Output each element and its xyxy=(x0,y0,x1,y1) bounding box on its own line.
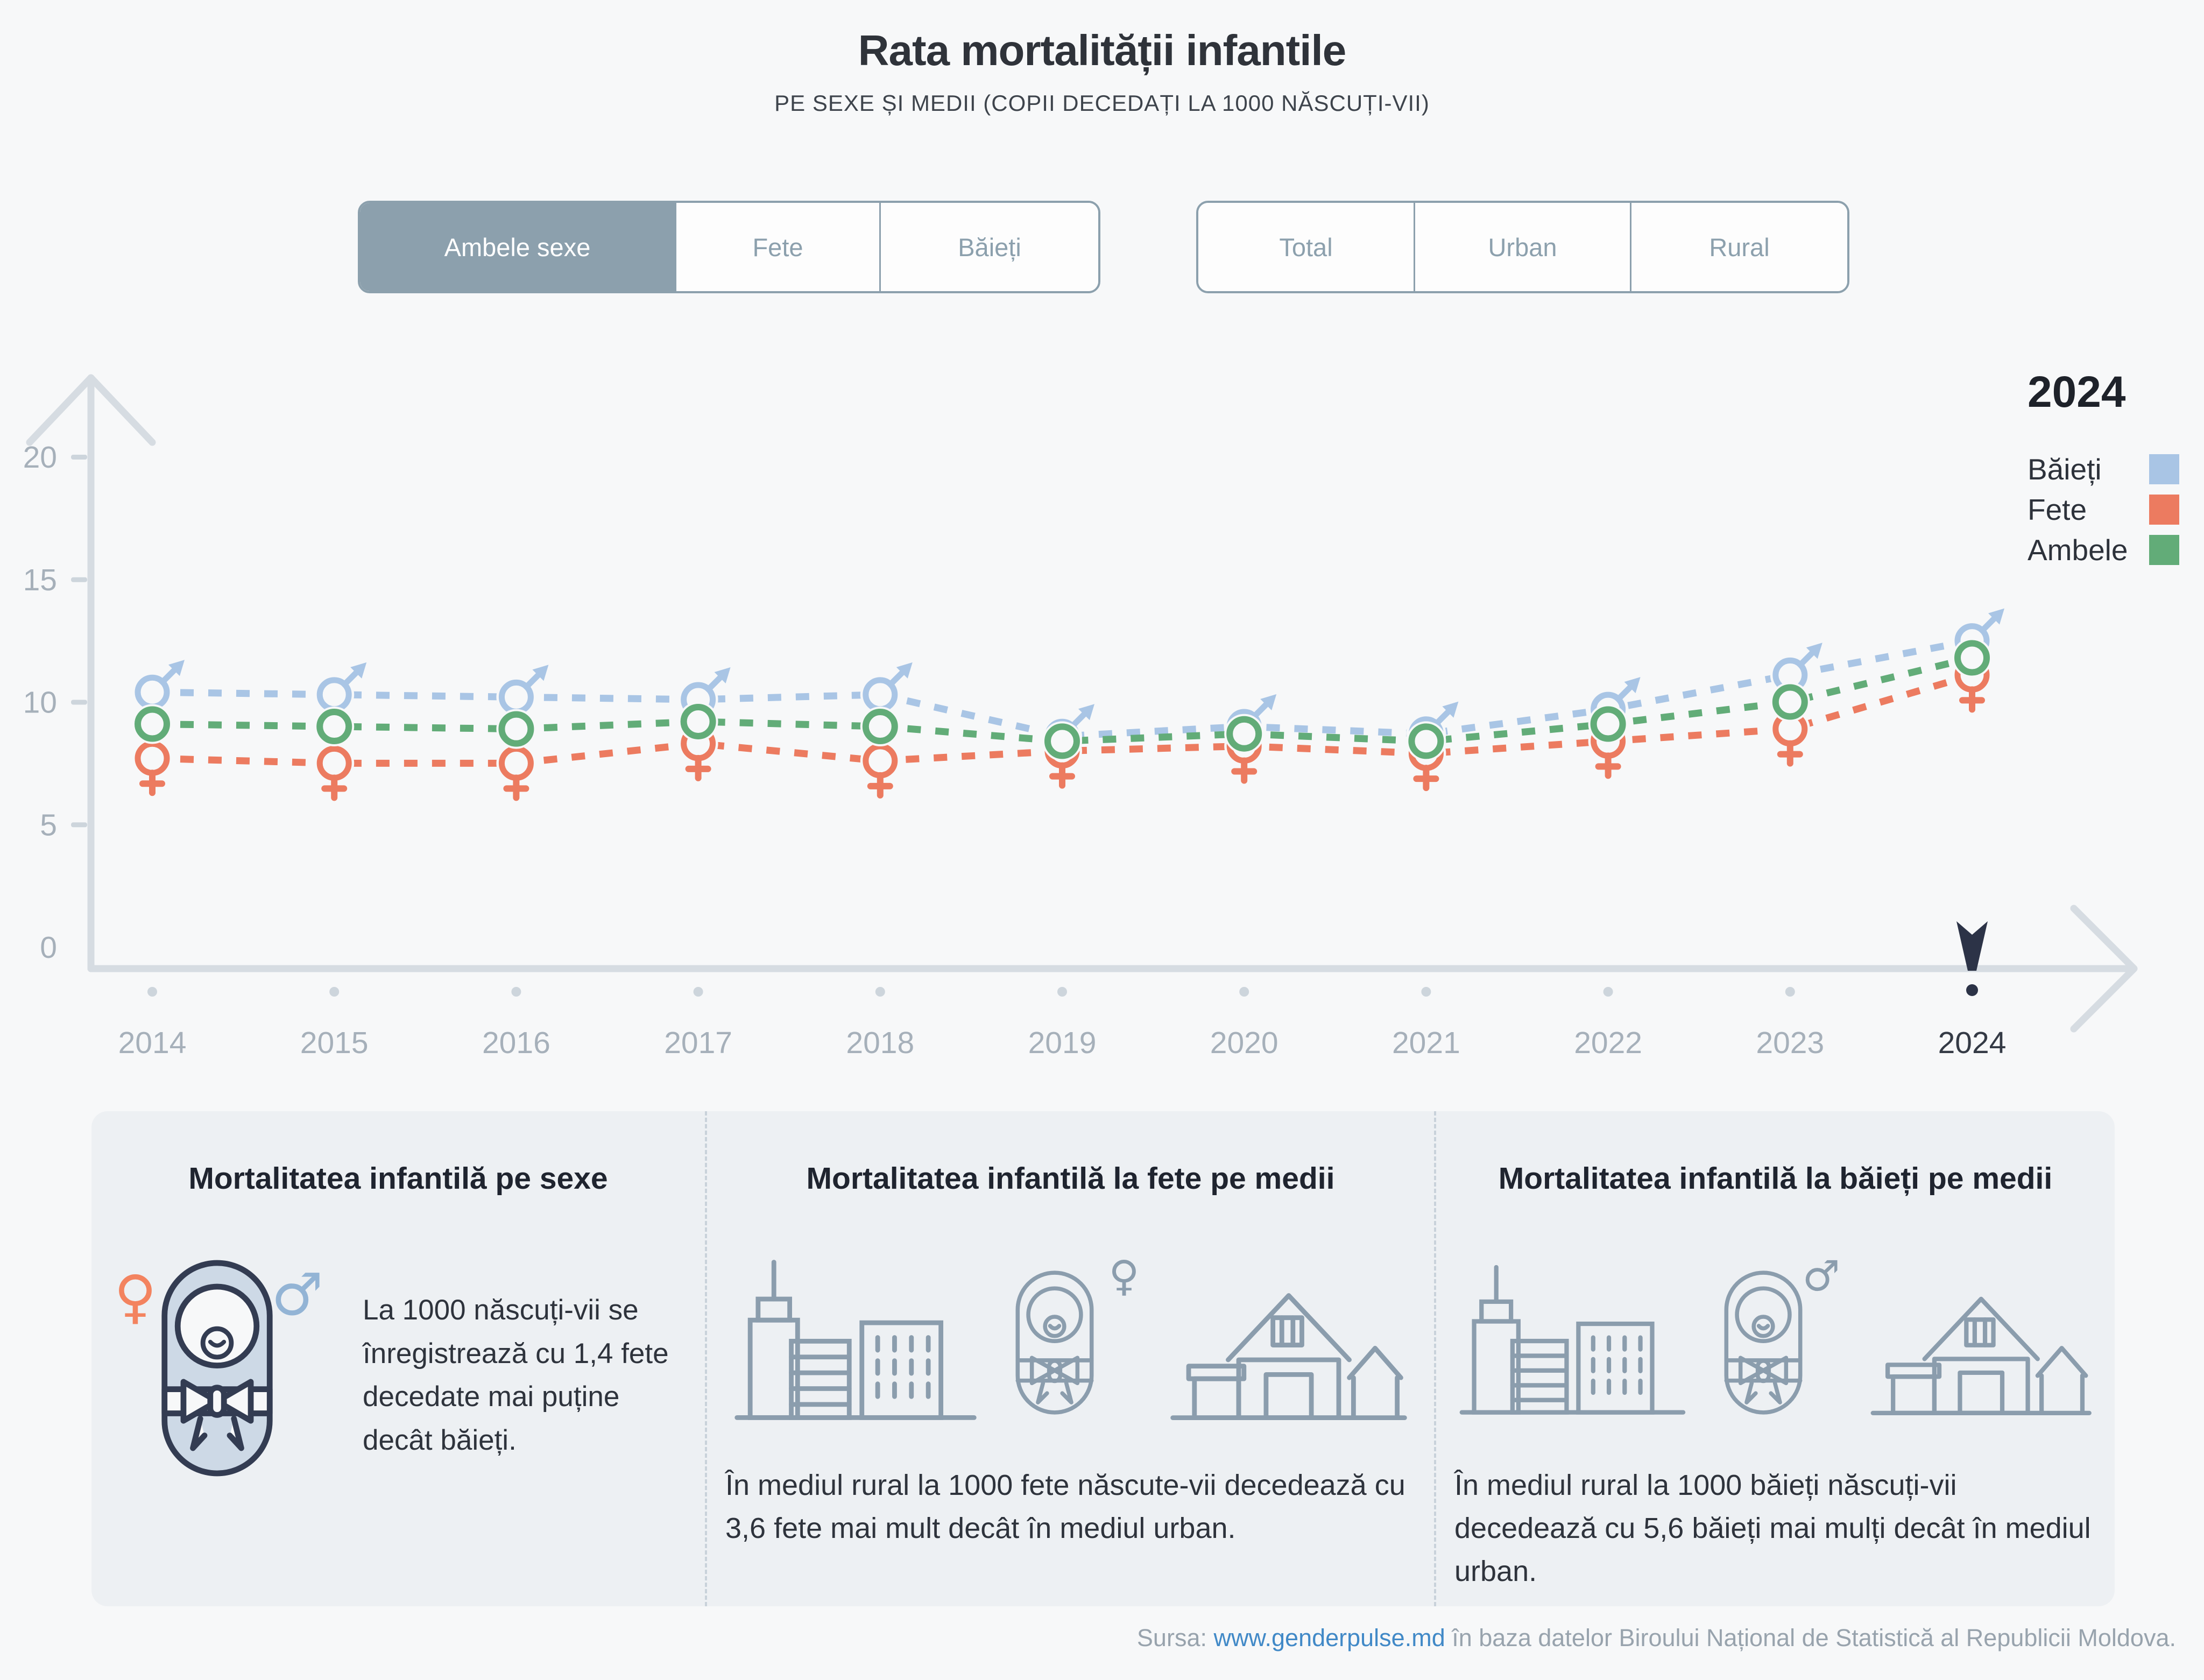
card-mortality-by-sex: Mortalitatea infantilă pe sexe ♀ ♂ xyxy=(91,1111,705,1606)
x-tick-label[interactable]: 2018 xyxy=(846,1026,914,1060)
summary-cards-section: Mortalitatea infantilă pe sexe ♀ ♂ xyxy=(91,1111,2115,1606)
female-symbol-icon: ♀ xyxy=(114,1268,157,1326)
year-dot[interactable] xyxy=(1603,987,1613,997)
source-note: Sursa: www.genderpulse.md în baza datelo… xyxy=(1137,1624,2176,1652)
marker-circle-2023[interactable] xyxy=(1770,682,1810,722)
marker-circle-2024[interactable] xyxy=(1952,638,1992,678)
baby-icon xyxy=(1012,1262,1098,1423)
card-text: În mediul rural la 1000 băieți născuți-v… xyxy=(1454,1464,2096,1593)
year-slider-cursor-icon[interactable] xyxy=(1956,921,1988,971)
legend-year: 2024 xyxy=(2028,367,2179,418)
year-dot[interactable] xyxy=(1057,987,1067,997)
mortality-line-chart: 0 5 10 15 20 2014 2015 2016 2017 2018 2019 2020 2021… xyxy=(0,0,2204,1103)
y-tick-label: 10 xyxy=(23,686,57,720)
marker-circle-2020[interactable] xyxy=(1224,714,1264,754)
city-icon xyxy=(729,1248,982,1429)
x-tick-label[interactable]: 2016 xyxy=(482,1026,550,1060)
marker-male-2014[interactable] xyxy=(132,660,185,712)
y-tick-label: 20 xyxy=(23,440,57,475)
marker-circle-2022[interactable] xyxy=(1588,704,1628,744)
y-tick-label: 15 xyxy=(23,563,57,597)
card-text: În mediul rural la 1000 fete născute-vii… xyxy=(725,1464,1416,1550)
legend-label: Fete xyxy=(2028,492,2087,527)
legend-item-ambele: Ambele xyxy=(2028,530,2179,570)
y-tick xyxy=(71,577,87,582)
marker-female-2015[interactable] xyxy=(314,743,354,797)
marker-female-2014[interactable] xyxy=(132,738,172,793)
source-label: Sursa: xyxy=(1137,1624,1207,1651)
marker-circle-2014[interactable] xyxy=(132,704,172,744)
card-title: Mortalitatea infantilă pe sexe xyxy=(110,1161,687,1196)
infographic-root: Rata mortalității infantile PE SEXE ȘI M… xyxy=(0,0,2204,1680)
marker-circle-2017[interactable] xyxy=(679,702,718,742)
ambele-color-swatch xyxy=(2149,535,2179,565)
marker-male-2015[interactable] xyxy=(314,662,366,715)
marker-circle-2019[interactable] xyxy=(1042,721,1082,761)
year-dot[interactable] xyxy=(694,987,703,997)
card-boys-by-medium: Mortalitatea infantilă la băieți pe medi… xyxy=(1434,1111,2115,1606)
house-icon xyxy=(1165,1265,1412,1429)
card-title: Mortalitatea infantilă la fete pe medii xyxy=(725,1161,1416,1196)
baieti-color-swatch xyxy=(2149,454,2179,484)
marker-circle-2018[interactable] xyxy=(860,707,900,746)
fete-color-swatch xyxy=(2149,495,2179,525)
legend-label: Ambele xyxy=(2028,533,2128,567)
y-tick-label: 0 xyxy=(40,930,57,965)
source-rest: în baza datelor Biroului Național de Sta… xyxy=(1452,1624,2176,1651)
x-tick-label[interactable]: 2019 xyxy=(1028,1026,1097,1060)
card-title: Mortalitatea infantilă la băieți pe medi… xyxy=(1454,1161,2096,1196)
year-dot[interactable] xyxy=(1421,987,1431,997)
marker-circle-2015[interactable] xyxy=(314,707,354,746)
year-dot[interactable] xyxy=(1785,987,1795,997)
year-dot[interactable] xyxy=(875,987,885,997)
marker-male-2016[interactable] xyxy=(496,665,548,717)
city-icon xyxy=(1454,1248,1691,1429)
female-symbol-icon: ♀ xyxy=(1108,1255,1139,1297)
x-tick-label[interactable]: 2020 xyxy=(1210,1026,1278,1060)
legend-item-baieti: Băieți xyxy=(2028,449,2179,489)
marker-circle-2016[interactable] xyxy=(496,709,536,749)
year-dot[interactable] xyxy=(511,987,521,997)
year-dot[interactable] xyxy=(329,987,339,997)
marker-female-2018[interactable] xyxy=(860,741,900,795)
marker-circle-2021[interactable] xyxy=(1406,721,1446,761)
year-slider-dot xyxy=(1966,984,1978,996)
x-tick-label[interactable]: 2015 xyxy=(300,1026,369,1060)
chart-legend: 2024 Băieți Fete Ambele xyxy=(2028,367,2179,570)
year-dot[interactable] xyxy=(1239,987,1249,997)
male-symbol-icon: ♂ xyxy=(271,1266,323,1324)
baby-icon xyxy=(159,1257,275,1480)
baby-icon xyxy=(1720,1262,1806,1423)
y-tick-label: 5 xyxy=(40,808,57,842)
year-dot[interactable] xyxy=(147,987,157,997)
y-tick xyxy=(71,822,87,827)
x-tick-label[interactable]: 2017 xyxy=(664,1026,732,1060)
legend-label: Băieți xyxy=(2028,452,2102,486)
x-tick-label[interactable]: 2021 xyxy=(1392,1026,1460,1060)
x-tick-label-current[interactable]: 2024 xyxy=(1938,1026,2007,1060)
male-symbol-icon: ♂ xyxy=(1803,1255,1840,1297)
source-link[interactable]: www.genderpulse.md xyxy=(1214,1624,1445,1651)
y-tick xyxy=(71,455,87,460)
y-tick xyxy=(71,700,87,705)
x-tick-label[interactable]: 2022 xyxy=(1574,1026,1642,1060)
marker-male-2018[interactable] xyxy=(860,662,913,715)
marker-female-2016[interactable] xyxy=(496,743,536,797)
x-tick-label[interactable]: 2014 xyxy=(118,1026,187,1060)
house-icon xyxy=(1866,1265,2096,1429)
card-girls-by-medium: Mortalitatea infantilă la fete pe medii … xyxy=(705,1111,1434,1606)
baby-with-sex-symbols-illustration: ♀ ♂ xyxy=(110,1257,363,1509)
x-tick-label[interactable]: 2023 xyxy=(1756,1026,1824,1060)
card-text: La 1000 născuți-vii se înregistrează cu … xyxy=(363,1257,675,1509)
legend-item-fete: Fete xyxy=(2028,489,2179,530)
